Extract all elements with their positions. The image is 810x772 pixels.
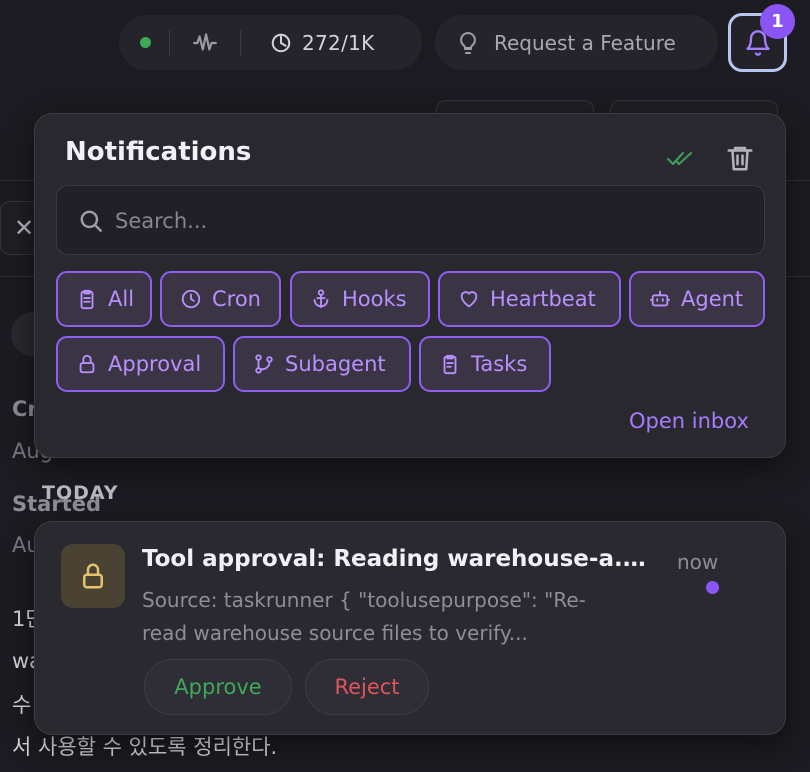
git-branch-icon bbox=[255, 354, 273, 374]
bot-icon bbox=[649, 290, 671, 307]
filter-chip-approval[interactable]: Approval bbox=[56, 336, 225, 392]
search-box[interactable] bbox=[56, 185, 765, 255]
filter-chip-cron[interactable]: Cron bbox=[160, 271, 281, 327]
filter-chip-label: Hooks bbox=[342, 287, 407, 311]
filter-chip-label: Tasks bbox=[471, 352, 528, 376]
notification-body-line: read warehouse source files to verify... bbox=[142, 621, 528, 645]
approval-icon-tile bbox=[61, 544, 125, 608]
lock-icon bbox=[83, 563, 103, 589]
notifications-panel: Notifications All Cron Hooks Heartbeat A… bbox=[34, 113, 786, 458]
mark-all-read-icon[interactable] bbox=[666, 146, 696, 170]
trash-icon[interactable] bbox=[725, 143, 755, 173]
filter-chip-label: Approval bbox=[108, 352, 202, 376]
filter-chip-label: All bbox=[108, 287, 135, 311]
status-pill: 272/1K bbox=[119, 15, 422, 70]
request-feature-button[interactable]: Request a Feature bbox=[435, 15, 718, 70]
filter-chip-all[interactable]: All bbox=[56, 271, 152, 327]
description-line: 서 사용할 수 있도록 정리한다. bbox=[12, 735, 278, 759]
group-label-today: TODAY bbox=[42, 482, 119, 504]
notification-count-badge: 1 bbox=[760, 4, 795, 39]
clipboard-list-icon bbox=[443, 354, 457, 375]
request-feature-label: Request a Feature bbox=[494, 30, 676, 55]
lightbulb-icon bbox=[456, 31, 480, 55]
clipboard-icon bbox=[80, 289, 94, 310]
filter-chip-label: Cron bbox=[212, 287, 261, 311]
filter-chip-heartbeat[interactable]: Heartbeat bbox=[438, 271, 621, 327]
token-count: 272/1K bbox=[302, 30, 375, 55]
filter-chip-tasks[interactable]: Tasks bbox=[419, 336, 551, 392]
search-icon bbox=[78, 208, 104, 234]
filter-chip-hooks[interactable]: Hooks bbox=[290, 271, 430, 327]
filter-chip-label: Agent bbox=[681, 287, 744, 311]
notification-body: Source: taskrunner { "toolusepurpose": "… bbox=[142, 584, 662, 650]
filter-chip-label: Heartbeat bbox=[490, 287, 596, 311]
notification-time: now bbox=[677, 550, 719, 574]
notification-body-line: Source: taskrunner { "toolusepurpose": "… bbox=[142, 588, 586, 612]
open-inbox-link[interactable]: Open inbox bbox=[629, 409, 749, 433]
close-icon: ✕ bbox=[14, 214, 35, 242]
clock-icon bbox=[181, 289, 201, 309]
description-line: 수 bbox=[12, 693, 32, 717]
anchor-icon bbox=[313, 289, 329, 309]
status-dot bbox=[140, 37, 151, 48]
search-input[interactable] bbox=[115, 203, 735, 239]
panel-title: Notifications bbox=[65, 137, 252, 167]
heart-icon bbox=[460, 291, 478, 308]
waveform-icon[interactable] bbox=[192, 30, 218, 56]
filter-chip-agent[interactable]: Agent bbox=[629, 271, 765, 327]
notification-item[interactable]: Tool approval: Reading warehouse-a.m... … bbox=[34, 521, 786, 735]
token-usage-icon bbox=[270, 32, 292, 54]
filter-chip-label: Subagent bbox=[285, 352, 386, 376]
approve-button[interactable]: Approve bbox=[144, 659, 292, 715]
separator bbox=[169, 29, 170, 56]
notification-title: Tool approval: Reading warehouse-a.m... bbox=[142, 546, 662, 572]
lock-icon bbox=[79, 354, 95, 374]
filter-chip-subagent[interactable]: Subagent bbox=[233, 336, 411, 392]
unread-indicator bbox=[706, 581, 719, 594]
reject-button[interactable]: Reject bbox=[305, 659, 429, 715]
separator bbox=[240, 29, 241, 56]
